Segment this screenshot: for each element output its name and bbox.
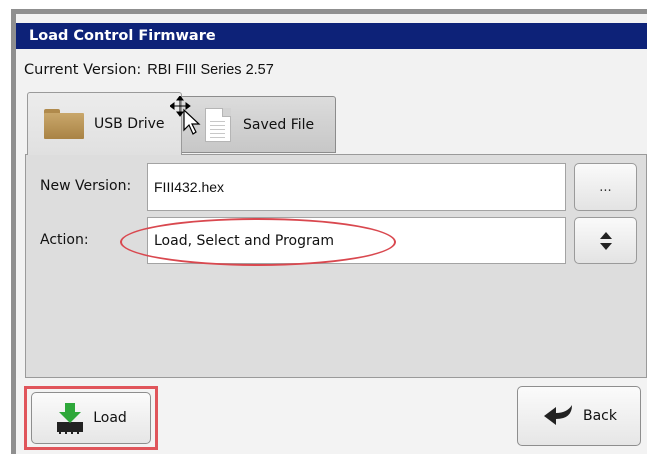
tab-usb-drive[interactable]: USB Drive bbox=[27, 92, 182, 155]
new-version-field[interactable]: FIII432.hex bbox=[147, 163, 566, 211]
browse-button[interactable]: ... bbox=[574, 163, 637, 211]
load-button-label: Load bbox=[93, 410, 127, 426]
move-cursor-icon bbox=[170, 96, 201, 135]
folder-icon bbox=[44, 109, 84, 139]
back-arrow-icon bbox=[544, 405, 572, 425]
new-version-label: New Version: bbox=[40, 178, 132, 194]
back-button[interactable]: Back bbox=[517, 386, 641, 446]
document-icon bbox=[205, 107, 231, 142]
up-down-arrows-icon bbox=[599, 231, 612, 250]
tab-usb-drive-label: USB Drive bbox=[94, 116, 165, 132]
action-field[interactable]: Load, Select and Program bbox=[147, 217, 566, 264]
download-chip-icon bbox=[57, 403, 84, 434]
action-spinner-button[interactable] bbox=[574, 217, 637, 264]
dialog-title: Load Control Firmware bbox=[16, 23, 647, 49]
load-button[interactable]: Load bbox=[31, 392, 151, 444]
current-version-label: Current Version: bbox=[24, 62, 142, 78]
back-button-label: Back bbox=[583, 408, 617, 424]
current-version-row: Current Version: RBI FIII Series 2.57 bbox=[24, 62, 274, 78]
current-version-value: RBI FIII Series 2.57 bbox=[147, 62, 274, 78]
tab-saved-file-label: Saved File bbox=[243, 116, 315, 133]
action-label: Action: bbox=[40, 232, 89, 248]
